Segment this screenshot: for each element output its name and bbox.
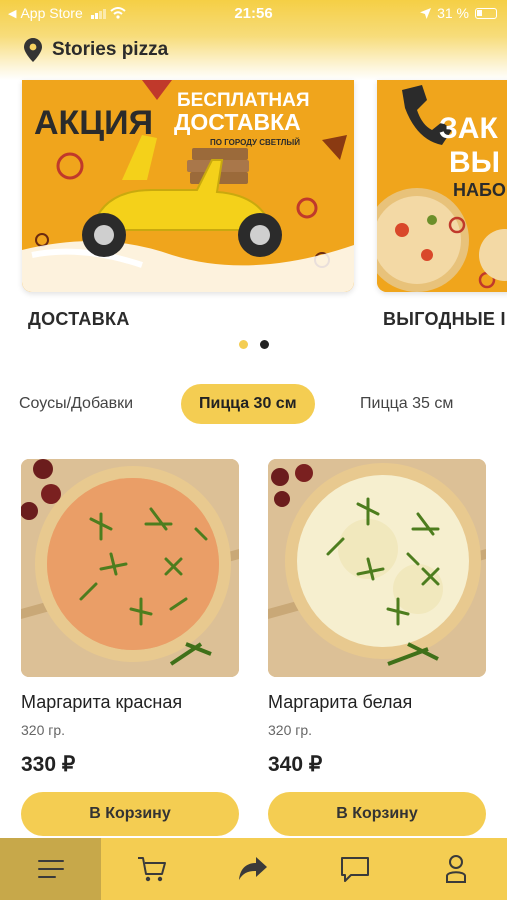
promo-banner-delivery[interactable]: АКЦИЯ БЕСПЛАТНАЯ ДОСТАВКА ПО ГОРОДУ СВЕТ… [22, 80, 354, 292]
add-to-cart-button[interactable]: В Корзину [268, 792, 486, 836]
tab-menu[interactable] [0, 838, 102, 900]
tab-share[interactable] [203, 838, 304, 900]
battery-icon [475, 7, 497, 19]
screen: ◀ App Store 21:56 31 % Stories pizza АКЦ… [0, 0, 507, 900]
category-tab-pizza-35[interactable]: Пицца 35 см [360, 384, 453, 424]
tab-chat[interactable] [304, 838, 405, 900]
product-name[interactable]: Маргарита красная [21, 692, 182, 713]
category-tabs: Соусы/Добавки Пицца 30 см Пицца 35 см [0, 384, 507, 424]
add-to-cart-button[interactable]: В Корзину [21, 792, 239, 836]
product-image-margarita-red[interactable] [21, 459, 239, 677]
share-icon [239, 857, 268, 880]
menu-icon [37, 860, 64, 878]
promo-text-delivery: ДОСТАВКА [174, 109, 301, 135]
battery-percent: 31 % [437, 5, 469, 21]
promo-banner-deals[interactable]: ЗАК ВЫ НАБОР [377, 80, 507, 292]
location-arrow-icon [420, 7, 432, 19]
banner-label-delivery[interactable]: ДОСТАВКА [28, 309, 130, 330]
pagination-dot-active[interactable] [239, 340, 248, 349]
map-pin-icon [24, 38, 42, 62]
banner-label-deals[interactable]: ВЫГОДНЫЕ І [383, 309, 506, 330]
location-selector[interactable]: Stories pizza [24, 38, 168, 62]
deals-promo-image: ЗАК ВЫ НАБОР [377, 80, 507, 292]
promo-text-nabor: НАБОР [453, 180, 507, 200]
promo-text-akciya: АКЦИЯ [34, 104, 153, 142]
promo-text-free: БЕСПЛАТНАЯ [177, 90, 310, 111]
status-bar: ◀ App Store 21:56 31 % [0, 0, 507, 28]
promo-text-zak: ЗАК [439, 112, 498, 145]
pagination-dot[interactable] [260, 340, 269, 349]
product-weight: 320 гр. [268, 722, 313, 738]
cart-icon [138, 857, 167, 882]
pizza-white-image [268, 459, 486, 677]
banner-pagination [239, 340, 269, 349]
delivery-promo-image: АКЦИЯ БЕСПЛАТНАЯ ДОСТАВКА ПО ГОРОДУ СВЕТ… [22, 80, 354, 292]
pizza-red-image [21, 459, 239, 677]
product-price: 330 ₽ [21, 753, 76, 776]
product-image-margarita-white[interactable] [268, 459, 486, 677]
tab-profile[interactable] [406, 838, 507, 900]
header-background: ◀ App Store 21:56 31 % Stories pizza [0, 0, 507, 80]
category-tab-pizza-30[interactable]: Пицца 30 см [181, 384, 315, 424]
status-right: 31 % [420, 5, 497, 21]
promo-text-city: ПО ГОРОДУ СВЕТЛЫЙ [210, 138, 300, 147]
category-tab-sauces[interactable]: Соусы/Добавки [19, 384, 133, 424]
product-weight: 320 гр. [21, 722, 66, 738]
tab-cart[interactable] [101, 838, 202, 900]
product-price: 340 ₽ [268, 753, 323, 776]
profile-icon [446, 855, 467, 883]
location-title: Stories pizza [52, 39, 169, 60]
product-name[interactable]: Маргарита белая [268, 692, 412, 713]
promo-text-vy: ВЫ [449, 146, 500, 179]
chat-icon [340, 857, 369, 882]
bottom-tab-bar [0, 838, 507, 900]
